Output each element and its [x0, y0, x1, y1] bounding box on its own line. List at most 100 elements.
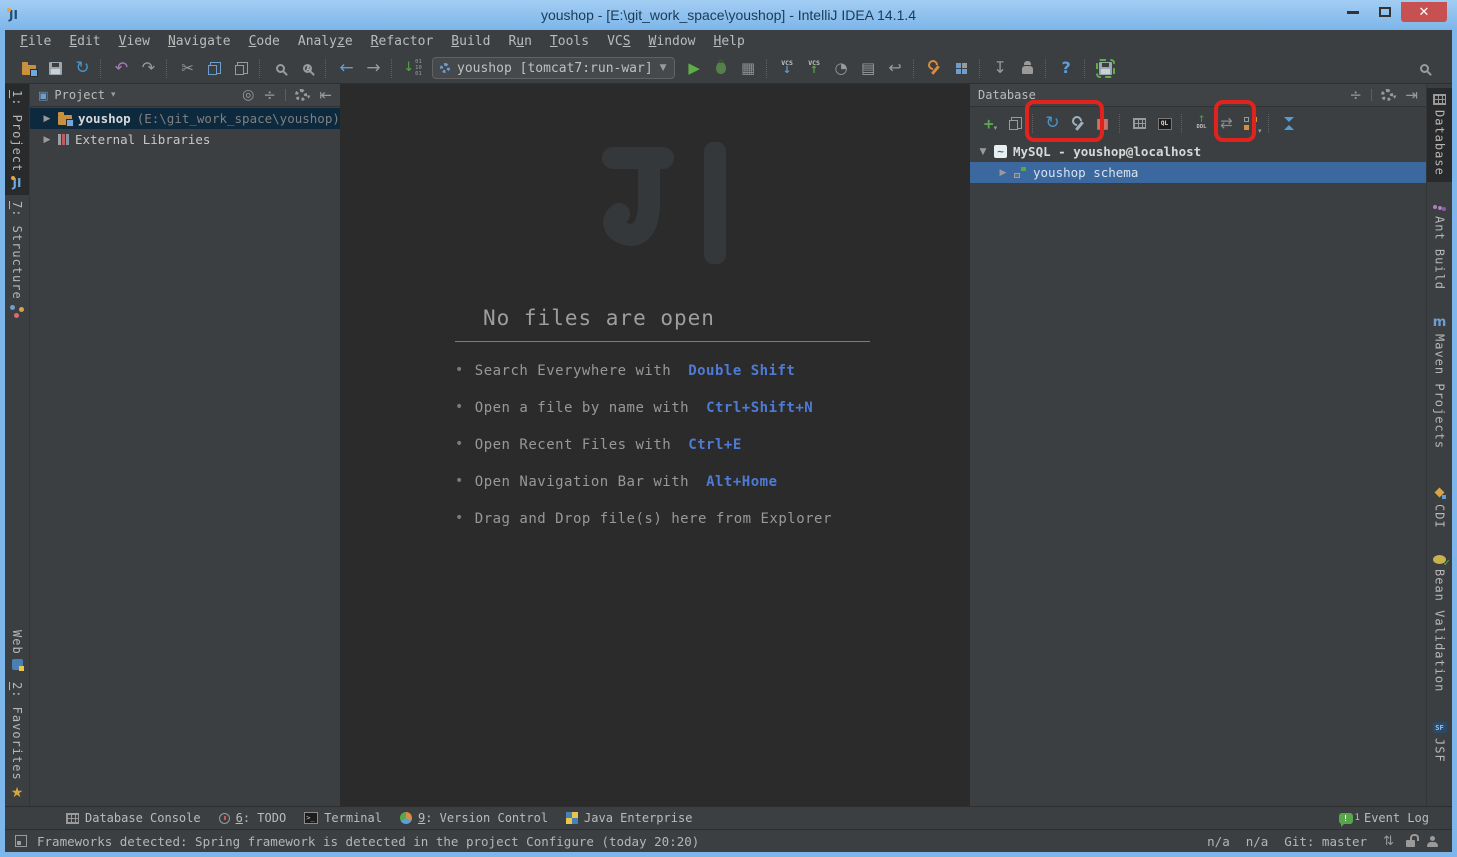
status-configure-link[interactable]: Configure	[526, 834, 594, 849]
find-button[interactable]	[267, 56, 294, 81]
debug-button[interactable]	[708, 56, 735, 81]
coverage-icon: ▦	[741, 61, 755, 76]
run-configuration-combo[interactable]: youshop [tomcat7:run-war]▼	[432, 57, 675, 79]
history-button[interactable]: ◔	[828, 56, 855, 81]
status-encoding[interactable]: n/a	[1246, 834, 1269, 849]
vcs-commit-button[interactable]: VCS↑	[801, 56, 828, 81]
tool-button-bean-validation[interactable]: ✓Bean Validation	[1427, 549, 1452, 698]
rollback-button[interactable]: ↩	[882, 56, 909, 81]
sql-console-button[interactable]: QL	[1152, 112, 1177, 135]
open-button[interactable]	[15, 56, 42, 81]
status-git-branch[interactable]: Git: master	[1284, 834, 1367, 849]
close-button[interactable]: ✕	[1401, 2, 1447, 22]
tree-row-external-libraries[interactable]: ▶External Libraries	[30, 129, 340, 150]
generate-ddl-button[interactable]: ↑DDL	[1189, 112, 1214, 135]
tree-row-mysql-youshop-localhost[interactable]: ▼~MySQL - youshop@localhost	[970, 141, 1426, 162]
collapse-arrow-icon[interactable]: ▼	[978, 147, 988, 157]
forward-button[interactable]: →	[360, 56, 387, 81]
locate-icon[interactable]: ◎	[242, 88, 254, 102]
resize-corner-icon[interactable]: ⇅	[1383, 835, 1394, 848]
panel-settings-icon[interactable]: ▾	[1381, 89, 1397, 101]
menu-item-refactor[interactable]: Refactor	[362, 32, 443, 51]
menu-item-analyze[interactable]: Analyze	[289, 32, 362, 51]
collapse-expand-button[interactable]	[1276, 112, 1301, 135]
hide-panel-icon[interactable]: ⇤	[319, 88, 332, 103]
install-plugin-button[interactable]: ↧	[987, 56, 1014, 81]
changes-button[interactable]: ▤	[855, 56, 882, 81]
toolwindow-java-enterprise[interactable]: Java Enterprise	[557, 810, 701, 826]
add-data-source-button[interactable]: +▾	[978, 112, 1003, 135]
collapse-all-icon[interactable]: ÷	[263, 88, 276, 103]
menu-item-view[interactable]: View	[110, 32, 159, 51]
expand-arrow-icon[interactable]: ▶	[998, 168, 1008, 178]
tool-button-structure[interactable]: 7: Structure	[5, 195, 29, 324]
tool-button-jsf[interactable]: SFJSF	[1427, 716, 1452, 769]
menu-item-navigate[interactable]: Navigate	[159, 32, 240, 51]
hector-inspections-icon[interactable]	[1427, 836, 1438, 847]
menu-item-tools[interactable]: Tools	[541, 32, 598, 51]
tool-button-cdi[interactable]: CDI	[1427, 481, 1452, 535]
menu-item-vcs[interactable]: VCS	[598, 32, 639, 51]
paste-button[interactable]	[228, 56, 255, 81]
tool-button-maven-projects[interactable]: mMaven Projects	[1427, 310, 1452, 455]
toolwindow-button-label: 6: TODO	[236, 811, 287, 825]
menu-item-build[interactable]: Build	[442, 32, 499, 51]
toolwindow-terminal[interactable]: >_Terminal	[295, 810, 391, 826]
collapse-all-icon[interactable]: ÷	[1349, 88, 1362, 103]
hide-panel-icon[interactable]: ⇥	[1405, 88, 1418, 103]
tool-button-web[interactable]: Web	[5, 624, 29, 677]
minimize-button[interactable]	[1337, 2, 1369, 22]
duplicate-button[interactable]	[1003, 112, 1028, 135]
menu-item-edit[interactable]: Edit	[60, 32, 109, 51]
save-all-button[interactable]	[42, 56, 69, 81]
tool-button-database[interactable]: Database	[1427, 88, 1452, 182]
status-position[interactable]: n/a	[1207, 834, 1230, 849]
menu-item-file[interactable]: File	[11, 32, 60, 51]
export-bytecode-button[interactable]: ↓01 10 01	[399, 56, 426, 81]
unlock-icon[interactable]	[1406, 835, 1415, 847]
menu-item-run[interactable]: Run	[499, 32, 540, 51]
android-button[interactable]	[1014, 56, 1041, 81]
tool-button-favorites[interactable]: 2: Favorites★	[5, 676, 29, 806]
data-source-properties-button[interactable]	[1065, 112, 1090, 135]
tree-row-youshop-schema[interactable]: ▶youshop schema	[970, 162, 1426, 183]
sync-data-source-button[interactable]: ↻	[1040, 112, 1065, 135]
toolwindow-database-console[interactable]: Database Console	[57, 810, 210, 826]
cut-button[interactable]: ✂	[174, 56, 201, 81]
compare-button[interactable]: ⇄	[1214, 112, 1239, 135]
coverage-button[interactable]: ▦	[735, 56, 762, 81]
tip-text: Open Navigation Bar with	[475, 474, 689, 490]
menu-item-window[interactable]: Window	[640, 32, 705, 51]
maximize-button[interactable]	[1369, 2, 1401, 22]
toolwindow-switcher-icon[interactable]	[15, 835, 27, 847]
back-button[interactable]: ←	[333, 56, 360, 81]
settings-button[interactable]	[921, 56, 948, 81]
expand-arrow-icon[interactable]: ▶	[42, 135, 52, 145]
save-and-sync-button[interactable]	[1092, 56, 1119, 81]
expand-arrow-icon[interactable]: ▶	[42, 114, 52, 124]
panel-settings-icon[interactable]: ▾	[295, 89, 311, 101]
run-button[interactable]: ▶	[681, 56, 708, 81]
chevron-down-icon[interactable]: ▾	[111, 91, 116, 100]
menu-item-code[interactable]: Code	[240, 32, 289, 51]
table-editor-button[interactable]	[1127, 112, 1152, 135]
vcs-update-button[interactable]: VCS↓	[774, 56, 801, 81]
toolwindow-event-log[interactable]: !1Event Log	[1330, 810, 1438, 826]
menu-item-help[interactable]: Help	[705, 32, 754, 51]
copy-button[interactable]	[201, 56, 228, 81]
replace-button[interactable]: A	[294, 56, 321, 81]
undo-button[interactable]: ↶	[108, 56, 135, 81]
synchronize-button[interactable]: ↻	[69, 56, 96, 81]
project-structure-button[interactable]	[948, 56, 975, 81]
tree-row-youshop[interactable]: ▶youshop(E:\git_work_space\youshop)	[30, 108, 340, 129]
search-everywhere-button[interactable]	[1411, 56, 1438, 81]
stop-console-button[interactable]: ■	[1090, 112, 1115, 135]
tool-button-ant-build[interactable]: Ant Build	[1427, 198, 1452, 296]
help-button[interactable]: ?	[1053, 56, 1080, 81]
toolwindow-todo[interactable]: 6: TODO	[210, 810, 296, 826]
tool-button-project[interactable]: 1: ProjectJI	[5, 84, 29, 195]
diagram-button[interactable]: ▾	[1239, 112, 1264, 135]
toolwindow-version-control[interactable]: 9: Version Control	[391, 810, 557, 826]
tool-button-label: JSF	[1433, 738, 1447, 763]
redo-button[interactable]: ↷	[135, 56, 162, 81]
